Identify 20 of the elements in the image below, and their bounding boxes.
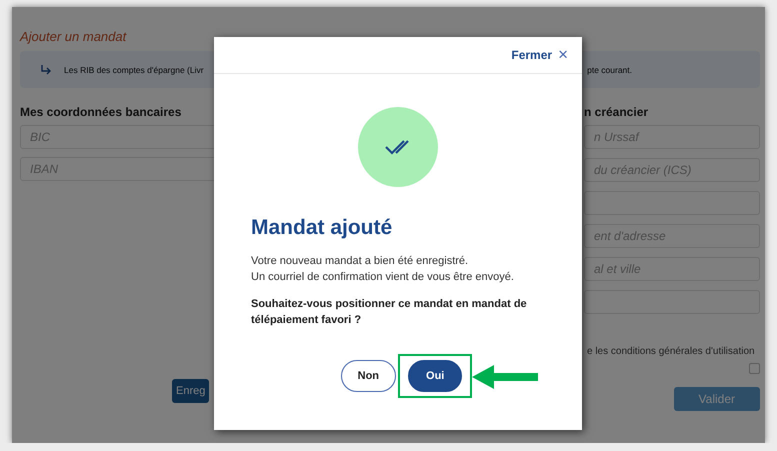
message-text: Votre nouveau mandat a bien été enregistré. <box>251 254 470 269</box>
return-arrow-icon <box>40 64 52 74</box>
save-button[interactable]: Enreg <box>172 379 210 403</box>
notice-text: Les RIB des comptes d'épargne (Livr <box>64 64 204 74</box>
close-button[interactable]: Fermer × <box>511 45 568 65</box>
section-heading: Mes coordonnées bancaires <box>20 105 182 119</box>
validate-button[interactable]: Valider <box>674 387 760 411</box>
double-check-icon <box>385 139 411 155</box>
section-heading: n créancier <box>584 105 650 119</box>
notice-text: pte courant. <box>587 64 632 74</box>
no-button[interactable]: Non <box>340 360 396 392</box>
terms-checkbox[interactable] <box>749 363 760 374</box>
page-title: Ajouter un mandat <box>20 29 128 44</box>
message-text: Un courriel de confirmation vient de vous être envoyé. <box>251 270 515 285</box>
question-text: Souhaitez-vous positionner ce mandat en mandat de télépaiement favori ? <box>251 297 528 328</box>
terms-text: e les conditions générales d'utilisation <box>586 345 756 359</box>
input-field[interactable] <box>584 191 760 215</box>
yes-button[interactable]: Oui <box>408 360 462 392</box>
input-field[interactable] <box>584 290 760 314</box>
dialog-title: Mandat ajouté <box>251 216 394 240</box>
